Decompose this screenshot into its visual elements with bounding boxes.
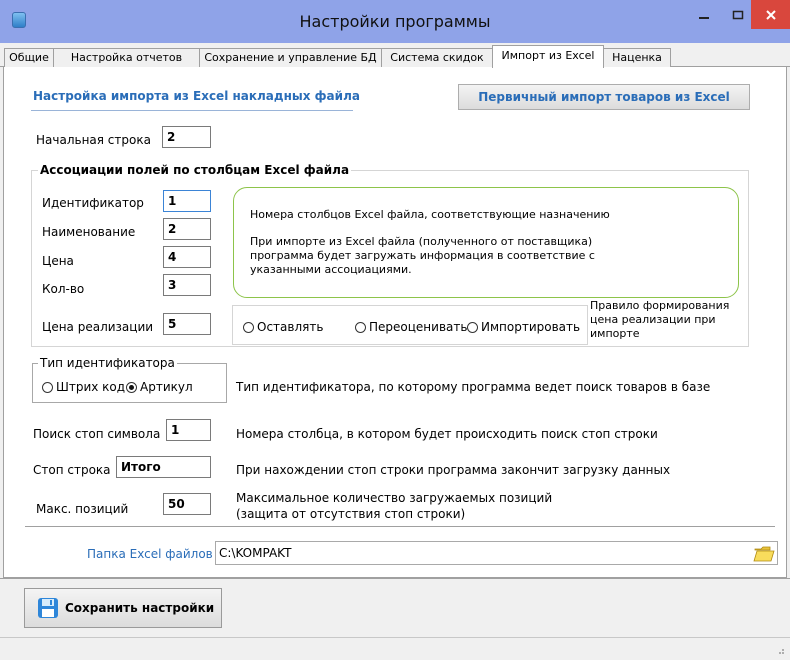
radio-reprice[interactable]: Переоценивать bbox=[355, 320, 467, 334]
radio-article[interactable]: Артикул bbox=[126, 380, 193, 394]
stop-search-input[interactable]: 1 bbox=[166, 419, 211, 441]
save-icon bbox=[38, 598, 58, 618]
max-positions-input[interactable]: 50 bbox=[163, 493, 211, 515]
stop-row-input[interactable]: Итого bbox=[116, 456, 211, 478]
radio-barcode-label: Штрих код bbox=[56, 380, 126, 394]
stop-row-label: Стоп строка bbox=[33, 463, 111, 477]
folder-path-value: C:\KOMPAKT bbox=[219, 546, 292, 560]
tab-discounts[interactable]: Система скидок bbox=[381, 48, 493, 67]
section-title: Настройка импорта из Excel накладных фай… bbox=[33, 89, 360, 103]
max-positions-description-2: (защита от отсутствия стоп строки) bbox=[236, 507, 466, 521]
sale-price-input[interactable]: 5 bbox=[163, 313, 211, 335]
close-icon bbox=[765, 9, 776, 20]
stop-search-description: Номера столбца, в котором будет происход… bbox=[236, 427, 658, 441]
save-settings-button[interactable]: Сохранить настройки bbox=[24, 588, 222, 628]
radio-reprice-label: Переоценивать bbox=[369, 320, 468, 334]
association-info-text: При импорте из Excel файла (полученного … bbox=[250, 235, 595, 276]
close-button[interactable] bbox=[751, 0, 790, 29]
tab-excel-import[interactable]: Импорт из Excel bbox=[492, 45, 604, 68]
associations-group-title: Ассоциации полей по столбцам Excel файла bbox=[38, 163, 352, 177]
field-label-identifier: Идентификатор bbox=[42, 196, 144, 210]
radio-circle bbox=[126, 381, 137, 393]
radio-import-label: Импортировать bbox=[481, 320, 581, 334]
field-label-price: Цена bbox=[42, 254, 74, 268]
resize-grip-icon[interactable] bbox=[775, 645, 785, 655]
tab-strip: Общие Настройка отчетов Сохранение и упр… bbox=[0, 43, 790, 68]
start-row-input[interactable]: 2 bbox=[162, 126, 211, 148]
divider-highlight bbox=[25, 527, 775, 528]
radio-article-label: Артикул bbox=[140, 380, 193, 394]
radio-circle bbox=[243, 321, 254, 333]
status-bar-separator bbox=[0, 637, 790, 638]
stop-row-description: При нахождении стоп строки программа зак… bbox=[236, 463, 671, 477]
stop-search-label: Поиск стоп символа bbox=[33, 427, 161, 441]
price-rule-note: Правило формирования цена реализации при… bbox=[590, 299, 730, 340]
maximize-icon bbox=[732, 10, 744, 19]
identifier-type-description: Тип идентификатора, по которому программ… bbox=[236, 380, 711, 394]
field-input-price[interactable]: 4 bbox=[163, 246, 211, 268]
radio-barcode[interactable]: Штрих код bbox=[42, 380, 125, 394]
tab-general[interactable]: Общие bbox=[4, 48, 54, 67]
association-info-title: Номера столбцов Excel файла, соответству… bbox=[250, 208, 610, 221]
radio-circle bbox=[467, 321, 478, 333]
field-label-qty: Кол-во bbox=[42, 282, 85, 296]
radio-keep-label: Оставлять bbox=[257, 320, 324, 334]
field-input-identifier[interactable]: 1 bbox=[163, 190, 211, 212]
radio-keep[interactable]: Оставлять bbox=[243, 320, 323, 334]
window-title: Настройки программы bbox=[299, 12, 491, 31]
folder-path-input[interactable] bbox=[215, 541, 778, 565]
max-positions-label: Макс. позиций bbox=[36, 502, 129, 516]
field-input-qty[interactable]: 3 bbox=[163, 274, 211, 296]
max-positions-description: Максимальное количество загружаемых пози… bbox=[236, 491, 553, 505]
tab-markup[interactable]: Наценка bbox=[603, 48, 671, 67]
section-title-underline bbox=[31, 110, 353, 111]
field-label-name: Наименование bbox=[42, 225, 136, 239]
tab-database[interactable]: Сохранение и управление БД bbox=[199, 48, 382, 67]
radio-import[interactable]: Импортировать bbox=[467, 320, 580, 334]
tab-report-settings[interactable]: Настройка отчетов bbox=[53, 48, 200, 67]
primary-import-button[interactable]: Первичный импорт товаров из Excel bbox=[458, 84, 750, 110]
minimize-button[interactable] bbox=[686, 0, 721, 29]
maximize-button[interactable] bbox=[721, 0, 755, 29]
save-settings-label: Сохранить настройки bbox=[65, 601, 215, 615]
field-input-name[interactable]: 2 bbox=[163, 218, 211, 240]
start-row-label: Начальная строка bbox=[36, 133, 151, 147]
identifier-type-title: Тип идентификатора bbox=[38, 356, 177, 370]
radio-circle bbox=[42, 381, 53, 393]
radio-circle bbox=[355, 321, 366, 333]
folder-label: Папка Excel файлов bbox=[87, 547, 213, 561]
sale-price-label: Цена реализации bbox=[42, 320, 154, 334]
folder-icon[interactable] bbox=[753, 543, 775, 563]
footer-separator bbox=[0, 578, 790, 579]
minimize-icon bbox=[698, 16, 709, 19]
